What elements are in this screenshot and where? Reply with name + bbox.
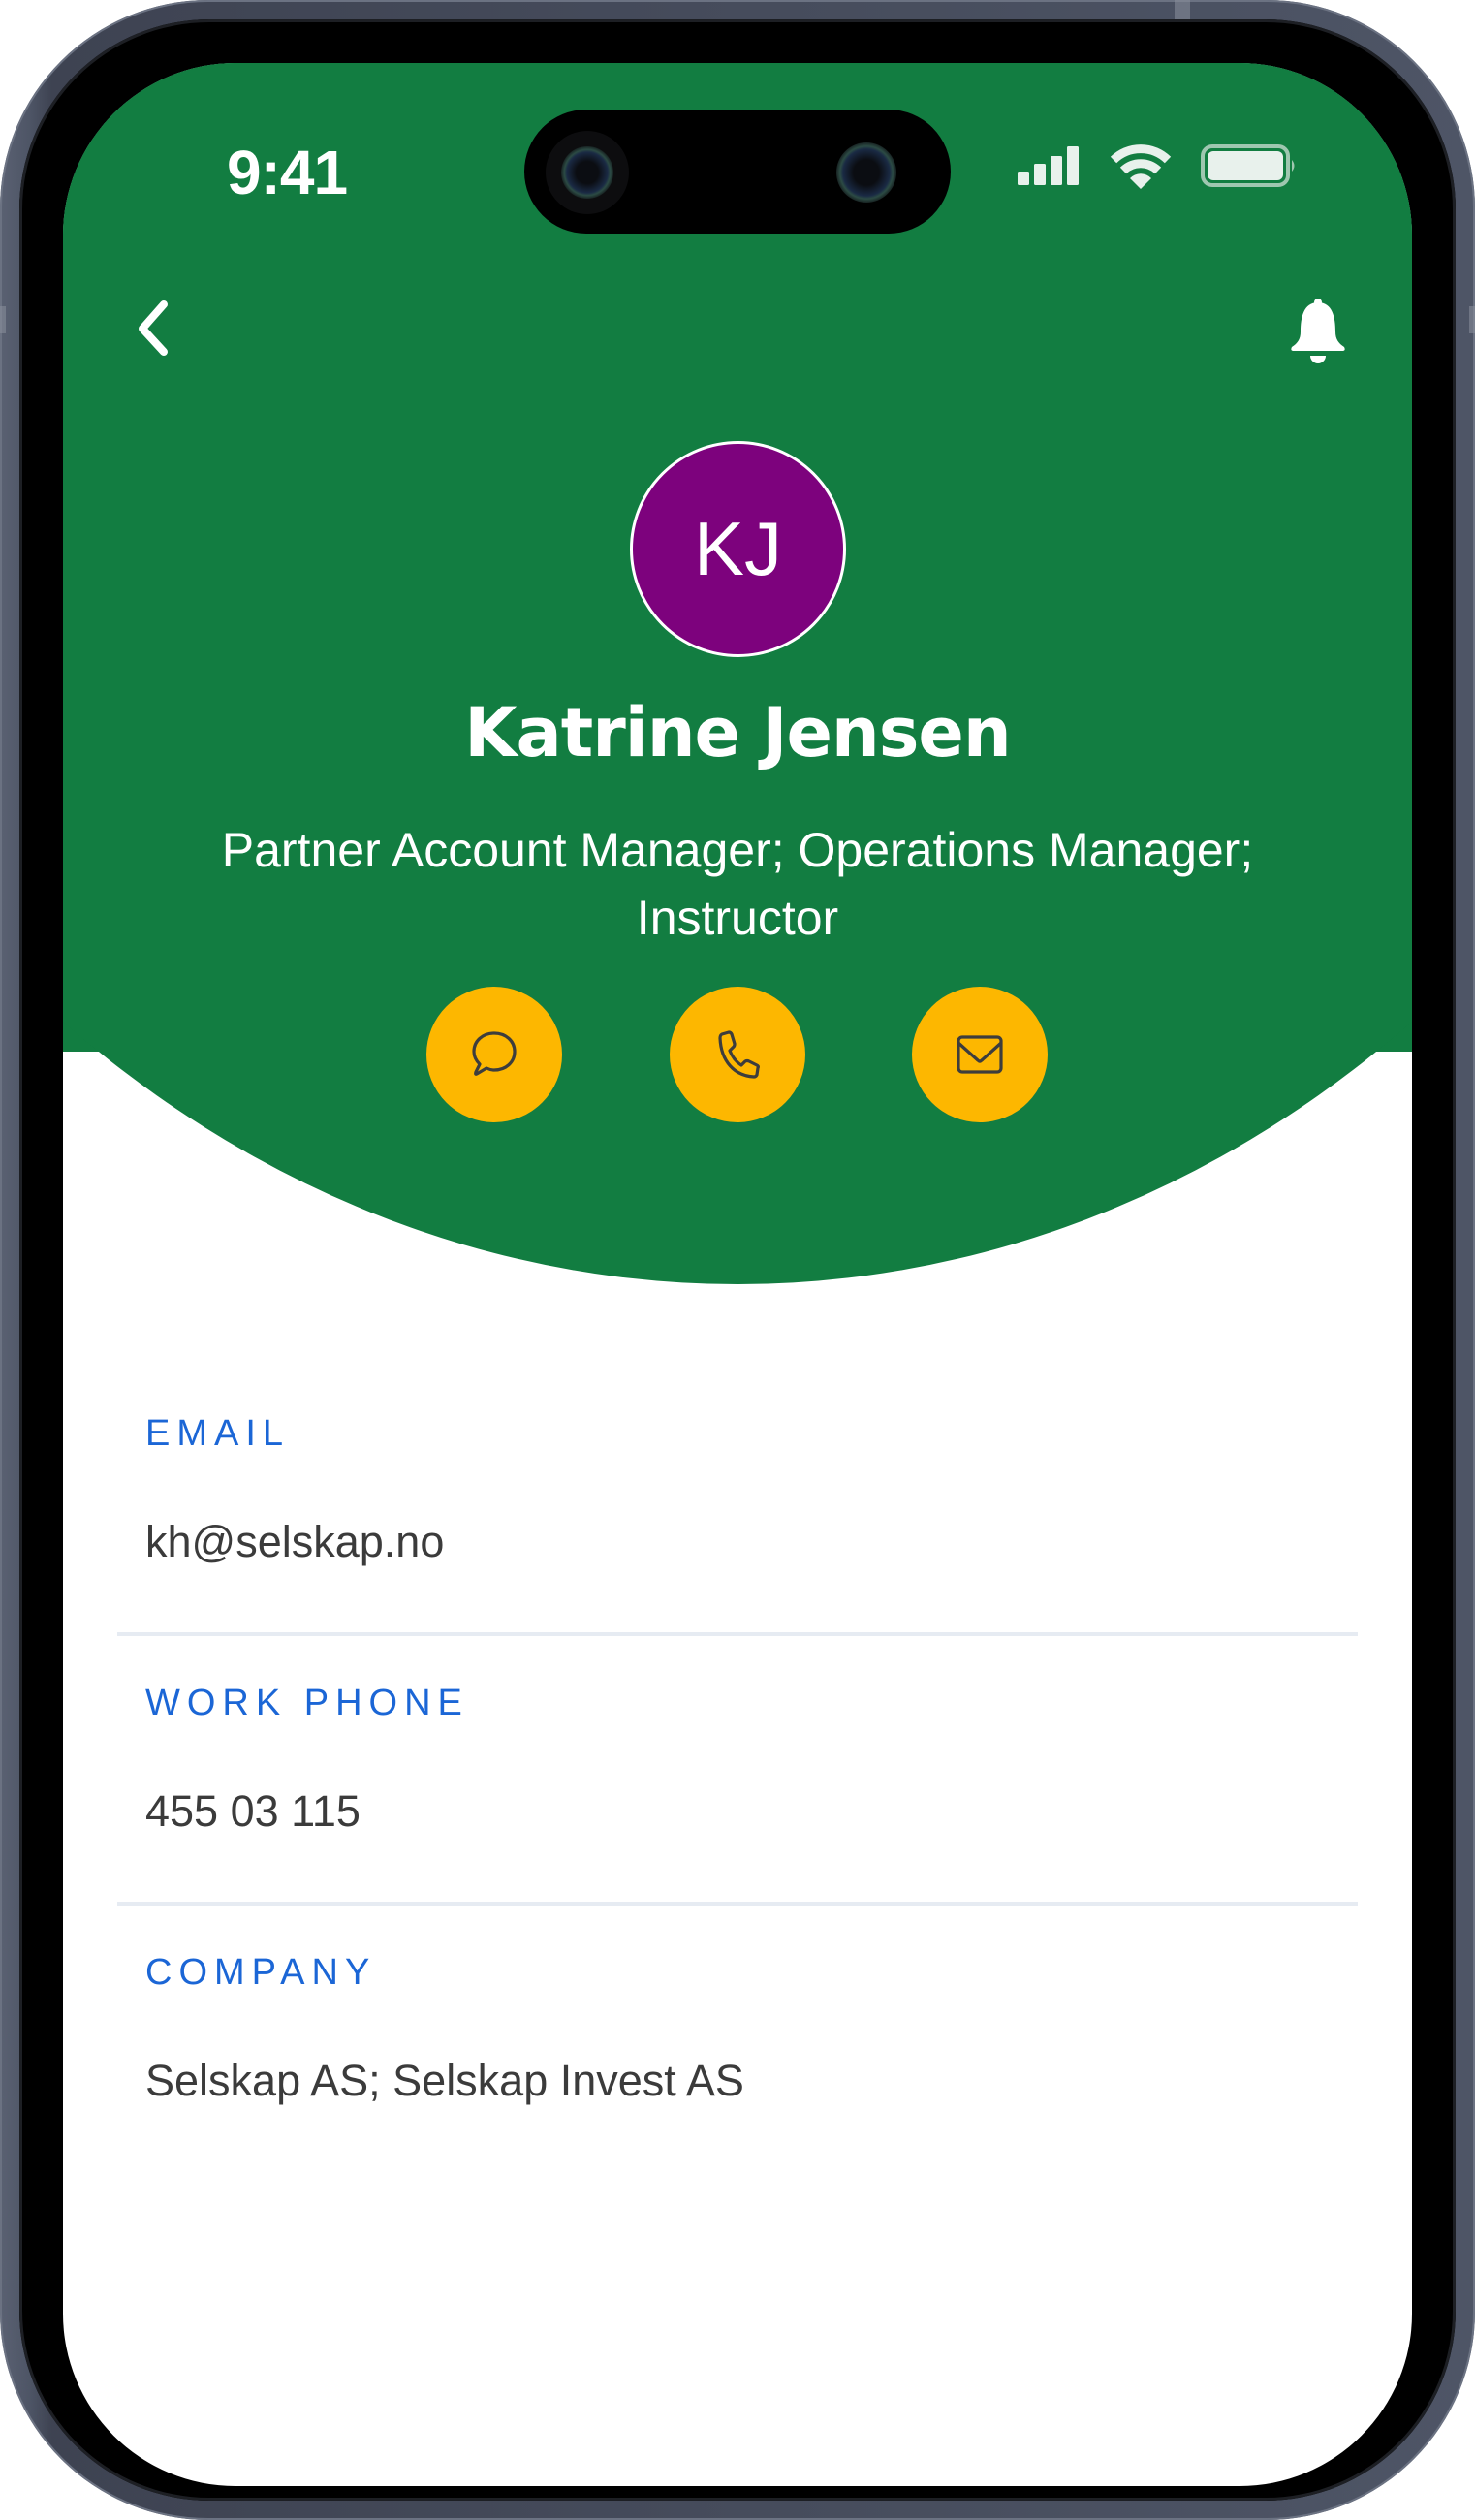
notifications-button[interactable] <box>1280 291 1358 368</box>
avatar: KJ <box>630 441 846 657</box>
envelope-icon <box>957 1035 1003 1074</box>
wifi-icon <box>1110 144 1172 189</box>
sensor-lens-icon <box>836 142 896 203</box>
back-button[interactable] <box>117 288 195 365</box>
message-button[interactable] <box>426 987 562 1122</box>
phone-icon <box>718 1030 760 1079</box>
email-button[interactable] <box>912 987 1048 1122</box>
contact-roles-line: Partner Account Manager; Operations Mana… <box>221 823 1254 877</box>
frame-top-mark <box>1175 0 1190 19</box>
divider <box>117 1632 1358 1636</box>
frame-side-button <box>1469 306 1475 333</box>
call-button[interactable] <box>670 987 805 1122</box>
status-time: 9:41 <box>227 138 348 207</box>
contact-name: Katrine Jensen <box>464 693 1011 772</box>
bell-icon <box>1291 299 1345 363</box>
divider <box>117 1902 1358 1906</box>
contact-roles-line: Instructor <box>636 891 839 945</box>
cellular-signal-icon <box>1018 146 1079 185</box>
chat-bubble-icon <box>472 1031 517 1076</box>
camera-lens-icon <box>561 146 613 199</box>
email-value[interactable]: kh@selskap.no <box>145 1517 444 1567</box>
dynamic-island <box>524 110 951 234</box>
email-label: EMAIL <box>145 1413 291 1454</box>
battery-icon <box>1201 144 1295 187</box>
work-phone-value[interactable]: 455 03 115 <box>145 1786 361 1837</box>
company-value: Selskap AS; Selskap Invest AS <box>145 2056 744 2105</box>
screen: 9:41 KJ Katrine Jensen Partner Account M… <box>63 63 1412 2486</box>
work-phone-label: WORK PHONE <box>145 1683 469 1723</box>
chevron-left-icon <box>139 300 168 356</box>
frame-side-button <box>0 306 6 333</box>
avatar-initials: KJ <box>693 506 783 591</box>
company-label: COMPANY <box>145 1952 377 1993</box>
contact-roles: Partner Account Manager; Operations Mana… <box>179 816 1296 952</box>
